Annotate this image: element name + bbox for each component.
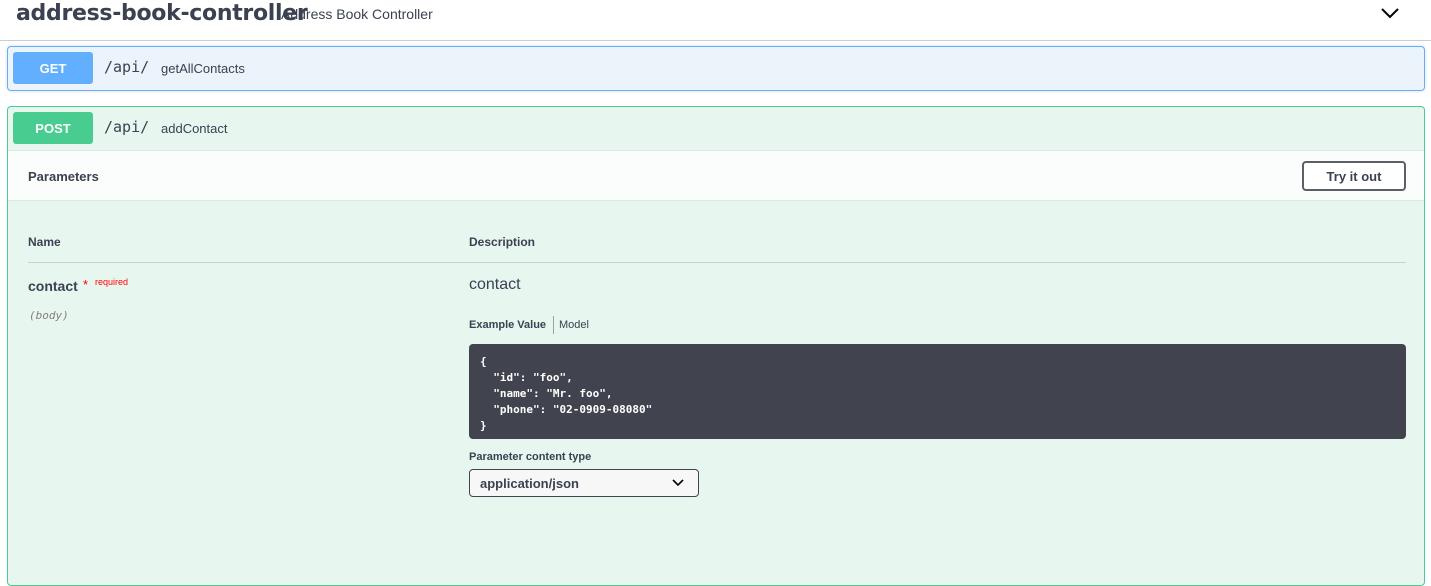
column-header-description: Description bbox=[469, 235, 536, 249]
tab-divider bbox=[553, 316, 554, 334]
tab-model[interactable]: Model bbox=[559, 319, 589, 331]
operation-summary[interactable]: addContact bbox=[161, 121, 228, 136]
required-star: * bbox=[83, 277, 89, 292]
header-divider bbox=[28, 262, 1406, 263]
method-badge-post[interactable]: POST bbox=[13, 112, 93, 144]
tag-title[interactable]: address-book-controller bbox=[16, 1, 308, 26]
chevron-down-icon[interactable] bbox=[1379, 4, 1401, 22]
parameter-location: (body) bbox=[29, 309, 69, 322]
content-type-select[interactable]: application/json bbox=[469, 469, 699, 497]
tag-header[interactable]: address-book-controller Address Book Con… bbox=[0, 0, 1431, 41]
tag-description: Address Book Controller bbox=[281, 6, 433, 22]
chevron-down-icon bbox=[672, 479, 684, 487]
operation-summary: getAllContacts bbox=[161, 61, 245, 76]
parameter-description: contact bbox=[469, 276, 521, 293]
try-it-out-button[interactable]: Try it out bbox=[1302, 161, 1406, 191]
column-header-name: Name bbox=[28, 235, 61, 249]
opblock-post-add-contact: POST /api/ addContact Parameters Try it … bbox=[7, 106, 1425, 586]
parameters-title: Parameters bbox=[28, 169, 99, 184]
example-value-code[interactable]: { "id": "foo", "name": "Mr. foo", "phone… bbox=[469, 344, 1406, 439]
operation-path: /api/ bbox=[104, 58, 150, 76]
method-badge-get: GET bbox=[13, 52, 93, 84]
content-type-value: application/json bbox=[480, 476, 579, 491]
tab-example-value[interactable]: Example Value bbox=[469, 319, 546, 331]
operation-path[interactable]: /api/ bbox=[104, 118, 149, 136]
required-label: required bbox=[95, 277, 129, 287]
parameters-header: Parameters Try it out bbox=[8, 150, 1424, 201]
content-type-label: Parameter content type bbox=[469, 451, 592, 463]
opblock-get-all-contacts[interactable]: GET /api/ getAllContacts bbox=[7, 46, 1425, 91]
parameter-name: contact bbox=[28, 278, 78, 294]
